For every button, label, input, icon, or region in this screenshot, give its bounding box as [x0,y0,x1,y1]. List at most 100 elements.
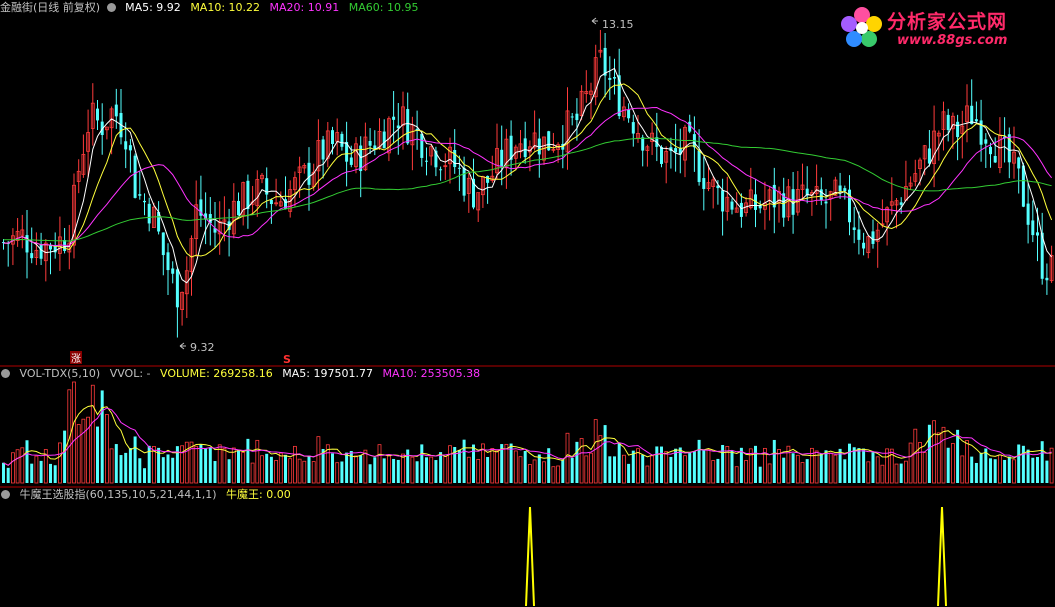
candle-body [161,232,165,256]
flower-logo-icon [841,7,882,47]
volume-bar [1036,456,1039,483]
candle-body [824,201,828,204]
volume-bar [767,463,772,484]
volume-bar [6,467,10,483]
volume-bar [880,464,885,484]
volume-bar [345,452,349,483]
volume-bar [636,448,640,484]
volume-bar [373,457,377,483]
volume-bar [904,460,908,484]
volume-bar [331,453,334,483]
volume-bar [443,455,448,484]
volume-bar [292,445,297,484]
stock-chart[interactable]: 13.15 9.32 涨 S [0,0,1055,607]
volume-bar [532,459,537,484]
volume-bar [368,464,372,483]
candle-body [660,147,663,164]
volume-bar [739,447,743,483]
volume-panel-plot[interactable] [2,381,1054,484]
volume-bar [871,452,875,483]
indicator-label: 牛魔王选股指(60,135,10,5,21,44,1,1) [19,488,217,501]
volume-bar [603,425,607,483]
volume-bar [429,456,434,484]
candle-body [1021,165,1025,207]
volume-bar [448,445,452,484]
volume-bar [302,460,307,484]
indicator-settings-dot-icon[interactable] [1,490,10,499]
candle-body [575,113,579,121]
volume-bar [406,449,410,483]
vol-ma10-label: MA10: 253505.38 [382,367,481,380]
volume-bar [1003,459,1007,483]
volume-bar [25,440,29,483]
candle-body [1026,203,1030,225]
price-panel-plot[interactable] [2,29,1054,338]
volume-bar [49,463,52,483]
volume-bar [989,458,992,483]
volume-bar [396,459,400,483]
volume-bar [828,452,833,484]
candle-body [1017,157,1021,169]
candle-body [702,178,706,189]
volume-bar [1007,456,1011,483]
volume-bar [843,459,847,483]
volume-bar [161,457,165,483]
volume-settings-dot-icon[interactable] [1,369,10,378]
volume-bar [936,432,941,484]
indicator-panel-plot[interactable] [525,506,947,607]
candle-body [382,131,386,149]
volume-bar [410,456,415,484]
candle-body [147,203,151,224]
candle-body [984,139,988,144]
candle-body [946,114,950,131]
vol-indicator-label: VOL-TDX(5,10) [19,367,101,380]
volume-bar [10,452,15,484]
volume-bar [486,457,490,483]
candle-body [171,268,175,274]
volume-bar [439,452,443,483]
ma20-label: MA20: 10.91 [269,1,340,14]
candle-body [143,200,146,203]
candle-body [425,160,428,162]
volume-bar [109,448,114,484]
volume-bar [777,449,781,484]
candle-body [523,138,527,158]
candle-body [96,108,99,121]
volume-panel-header: VOL-TDX(5,10) VVOL: - VOLUME: 269258.16 … [0,367,486,381]
settings-dot-icon[interactable] [106,3,116,12]
volume-bar [772,439,776,483]
candle-body [1036,232,1039,236]
volume-bar [866,461,871,484]
volume-bar [979,452,983,483]
volume-bar [692,451,696,483]
candle-body [406,109,410,144]
volume-bar [970,456,974,483]
zhang-badge: 涨 [71,353,81,365]
volume-bar [1021,445,1025,483]
volume-bar [76,424,81,484]
candle-body [439,169,443,171]
volume-bar [138,458,142,483]
volume-bar [1045,460,1049,483]
indicator-panel-header: 牛魔王选股指(60,135,10,5,21,44,1,1) 牛魔王: 0.00 [0,488,297,502]
volume-bar [875,456,880,484]
volume-bar [1031,457,1035,483]
candle-body [641,137,645,151]
volume-bar [359,455,363,483]
candle-body [457,167,461,169]
volume-bar [53,465,57,483]
high-marker-label: 13.15 [602,18,634,31]
vvol-label: VVOL: - [109,367,151,380]
candle-body [730,201,734,210]
candle-body [486,175,490,183]
volume-bar [114,444,118,483]
volume-bar [627,463,631,483]
volume-bar [382,458,386,483]
volume-bar [537,454,541,483]
volume-bar [377,444,382,484]
indicator-value-label: 牛魔王: 0.00 [226,488,291,501]
volume-bar [1012,459,1016,484]
volume-bar [495,450,499,484]
volume-bar [908,442,913,484]
volume-bar [288,458,293,484]
